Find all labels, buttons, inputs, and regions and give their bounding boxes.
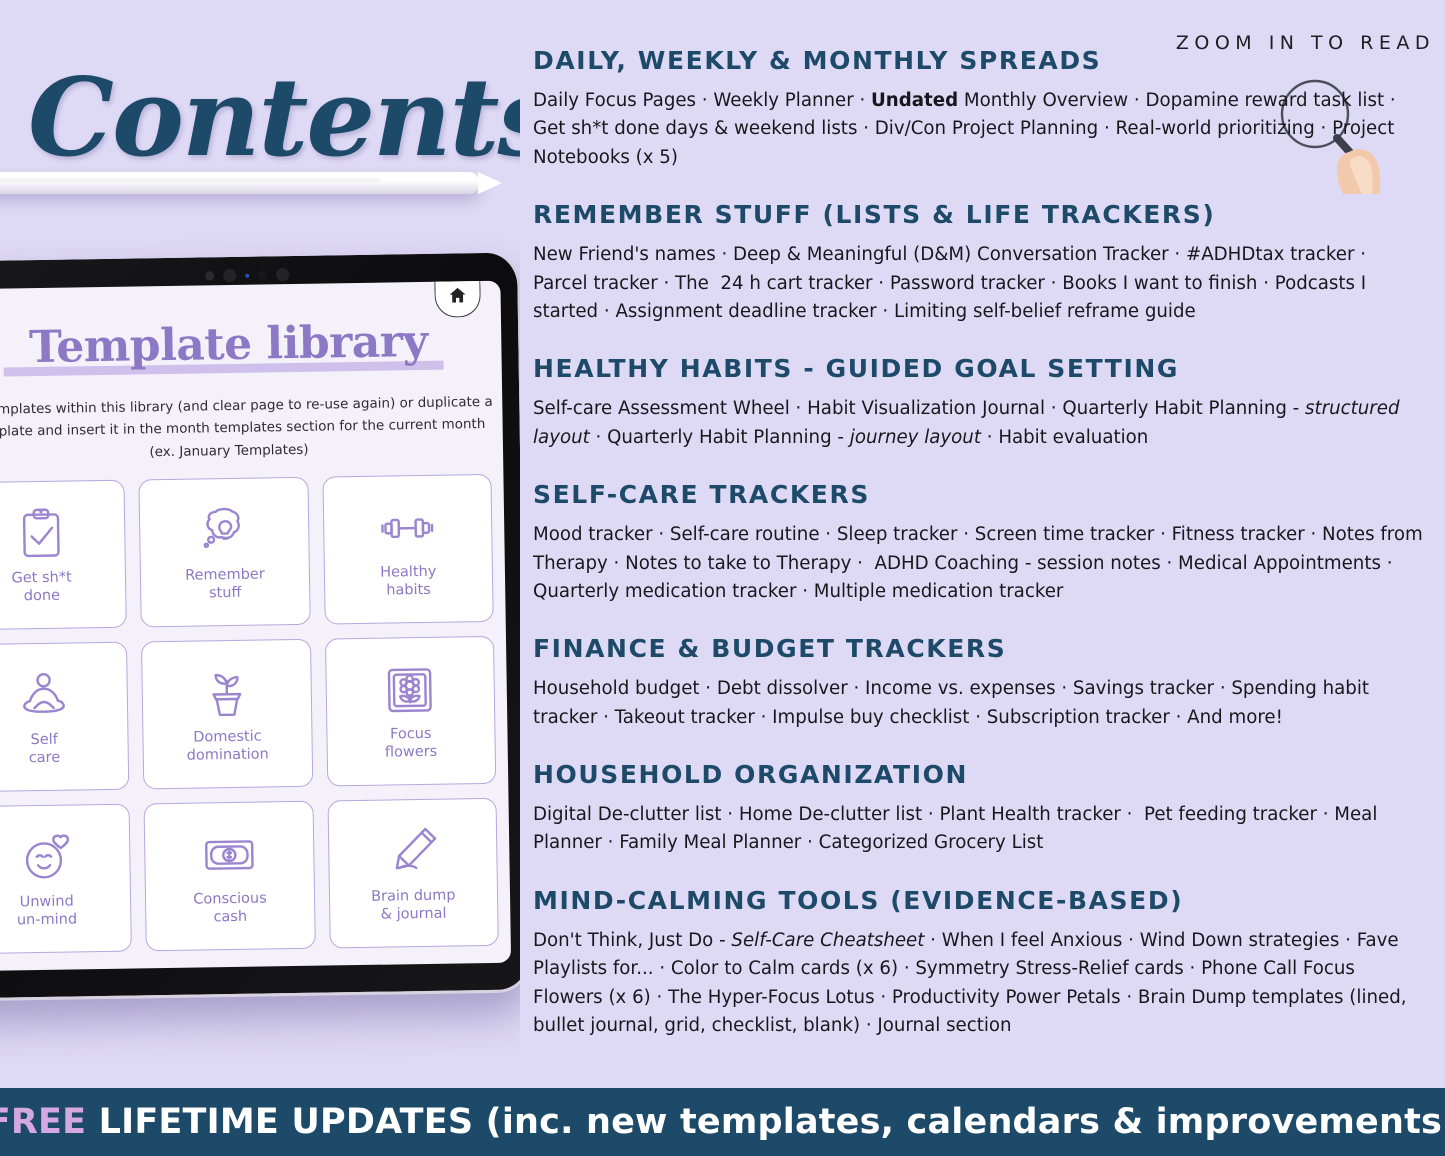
- section-heading: SELF-CARE TRACKERS: [533, 480, 870, 510]
- section-body: New Friend's names · Deep & Meaningful (…: [533, 244, 1367, 322]
- section-heading: HEALTHY HABITS - GUIDED GOAL SETTING: [533, 354, 1179, 384]
- camera-led-icon: [245, 273, 250, 278]
- section-body: Mood tracker · Self-care routine · Sleep…: [533, 524, 1423, 602]
- contents-sections: DAILY, WEEKLY & MONTHLY SPREADS Daily Fo…: [533, 46, 1423, 1068]
- tile-self-care[interactable]: Self care: [0, 641, 130, 793]
- footer-rest-label: LIFETIME UPDATES (inc. new templates, ca…: [86, 1102, 1445, 1142]
- tile-label: Conscious cash: [193, 890, 267, 926]
- section-heading: DAILY, WEEKLY & MONTHLY SPREADS: [533, 46, 1102, 75]
- template-tile-grid: Get sh*t done Remember stuff Healthy hab…: [0, 473, 511, 955]
- tile-brain-dump-journal[interactable]: Brain dump & journal: [327, 797, 499, 949]
- section-heading: MIND-CALMING TOOLS (EVIDENCE-BASED): [533, 885, 1184, 915]
- section-heading: REMEMBER STUFF (LISTS & LIFE TRACKERS): [533, 200, 1216, 230]
- tile-label: Self care: [28, 731, 61, 766]
- dumbbell-icon: [378, 498, 437, 557]
- tile-unwind-unmind[interactable]: Unwind un-mind: [0, 803, 133, 955]
- potted-plant-icon: [197, 663, 256, 722]
- section-daily-weekly-monthly: DAILY, WEEKLY & MONTHLY SPREADS Daily Fo…: [533, 46, 1423, 172]
- section-self-care-trackers: SELF-CARE TRACKERS Mood tracker · Self-c…: [533, 480, 1423, 606]
- camera-lens: [223, 268, 237, 283]
- tile-conscious-cash[interactable]: Conscious cash: [143, 800, 316, 952]
- template-library-title: Template library: [28, 315, 428, 374]
- footer-text: FREE LIFETIME UPDATES (inc. new template…: [0, 1102, 1445, 1142]
- section-healthy-habits: HEALTHY HABITS - GUIDED GOAL SETTING Sel…: [533, 354, 1423, 452]
- tile-label: Healthy habits: [380, 563, 437, 599]
- footer-free-label: FREE: [0, 1102, 87, 1142]
- tile-label: Domestic domination: [186, 728, 269, 764]
- banknote-icon: [200, 825, 259, 884]
- tile-label: Unwind un-mind: [16, 893, 78, 929]
- pencil-writing-icon: [383, 822, 442, 881]
- camera-dot: [205, 271, 215, 281]
- tile-remember-stuff[interactable]: Remember stuff: [138, 476, 311, 628]
- tile-label: Brain dump & journal: [371, 887, 456, 923]
- tablet-device: Template library se templates within thi…: [0, 252, 520, 1002]
- template-description: se templates within this library (and cl…: [0, 393, 493, 460]
- section-household-organization: HOUSEHOLD ORGANIZATION Digital De-clutte…: [533, 760, 1423, 858]
- camera-lens-2: [276, 268, 290, 282]
- section-body: Don't Think, Just Do - Self-Care Cheatsh…: [533, 929, 1407, 1037]
- tile-get-sht-done[interactable]: Get sh*t done: [0, 479, 128, 631]
- section-mind-calming-tools: MIND-CALMING TOOLS (EVIDENCE-BASED) Don'…: [533, 886, 1423, 1041]
- section-body: Digital De-clutter list · Home De-clutte…: [533, 804, 1378, 854]
- footer-banner: FREE LIFETIME UPDATES (inc. new template…: [0, 1088, 1445, 1156]
- lightbulb-thought-icon: [195, 501, 254, 560]
- section-body: Daily Focus Pages · Weekly Planner · Und…: [533, 90, 1396, 168]
- tablet-camera-dots: [205, 268, 290, 283]
- tablet-screen: Template library se templates within thi…: [0, 280, 512, 972]
- clipboard-check-icon: [11, 504, 70, 563]
- section-heading: HOUSEHOLD ORGANIZATION: [533, 760, 968, 790]
- section-body: Household budget · Debt dissolver · Inco…: [533, 678, 1370, 728]
- tile-label: Remember stuff: [185, 566, 265, 602]
- stylus-pen: [0, 172, 502, 194]
- tile-focus-flowers[interactable]: Focus flowers: [324, 635, 497, 787]
- framed-flower-icon: [381, 660, 440, 719]
- meditation-icon: [14, 666, 73, 725]
- page-title: Contents: [28, 55, 520, 181]
- left-panel: Contents Template library se templates w…: [0, 0, 520, 1088]
- section-body: Self-care Assessment Wheel · Habit Visua…: [533, 398, 1400, 448]
- tile-domestic-domination[interactable]: Domestic domination: [141, 638, 313, 790]
- section-heading: FINANCE & BUDGET TRACKERS: [533, 634, 1007, 664]
- section-finance-budget: FINANCE & BUDGET TRACKERS Household budg…: [533, 634, 1423, 732]
- section-remember-stuff: REMEMBER STUFF (LISTS & LIFE TRACKERS) N…: [533, 200, 1423, 326]
- sensor-dot: [258, 270, 268, 280]
- home-icon: [447, 285, 467, 310]
- home-button[interactable]: [434, 280, 481, 318]
- tile-label: Get sh*t done: [11, 569, 72, 605]
- tile-healthy-habits[interactable]: Healthy habits: [322, 473, 494, 625]
- tile-label: Focus flowers: [384, 725, 438, 761]
- calm-face-heart-icon: [17, 828, 76, 887]
- stylus-groove: [0, 178, 380, 182]
